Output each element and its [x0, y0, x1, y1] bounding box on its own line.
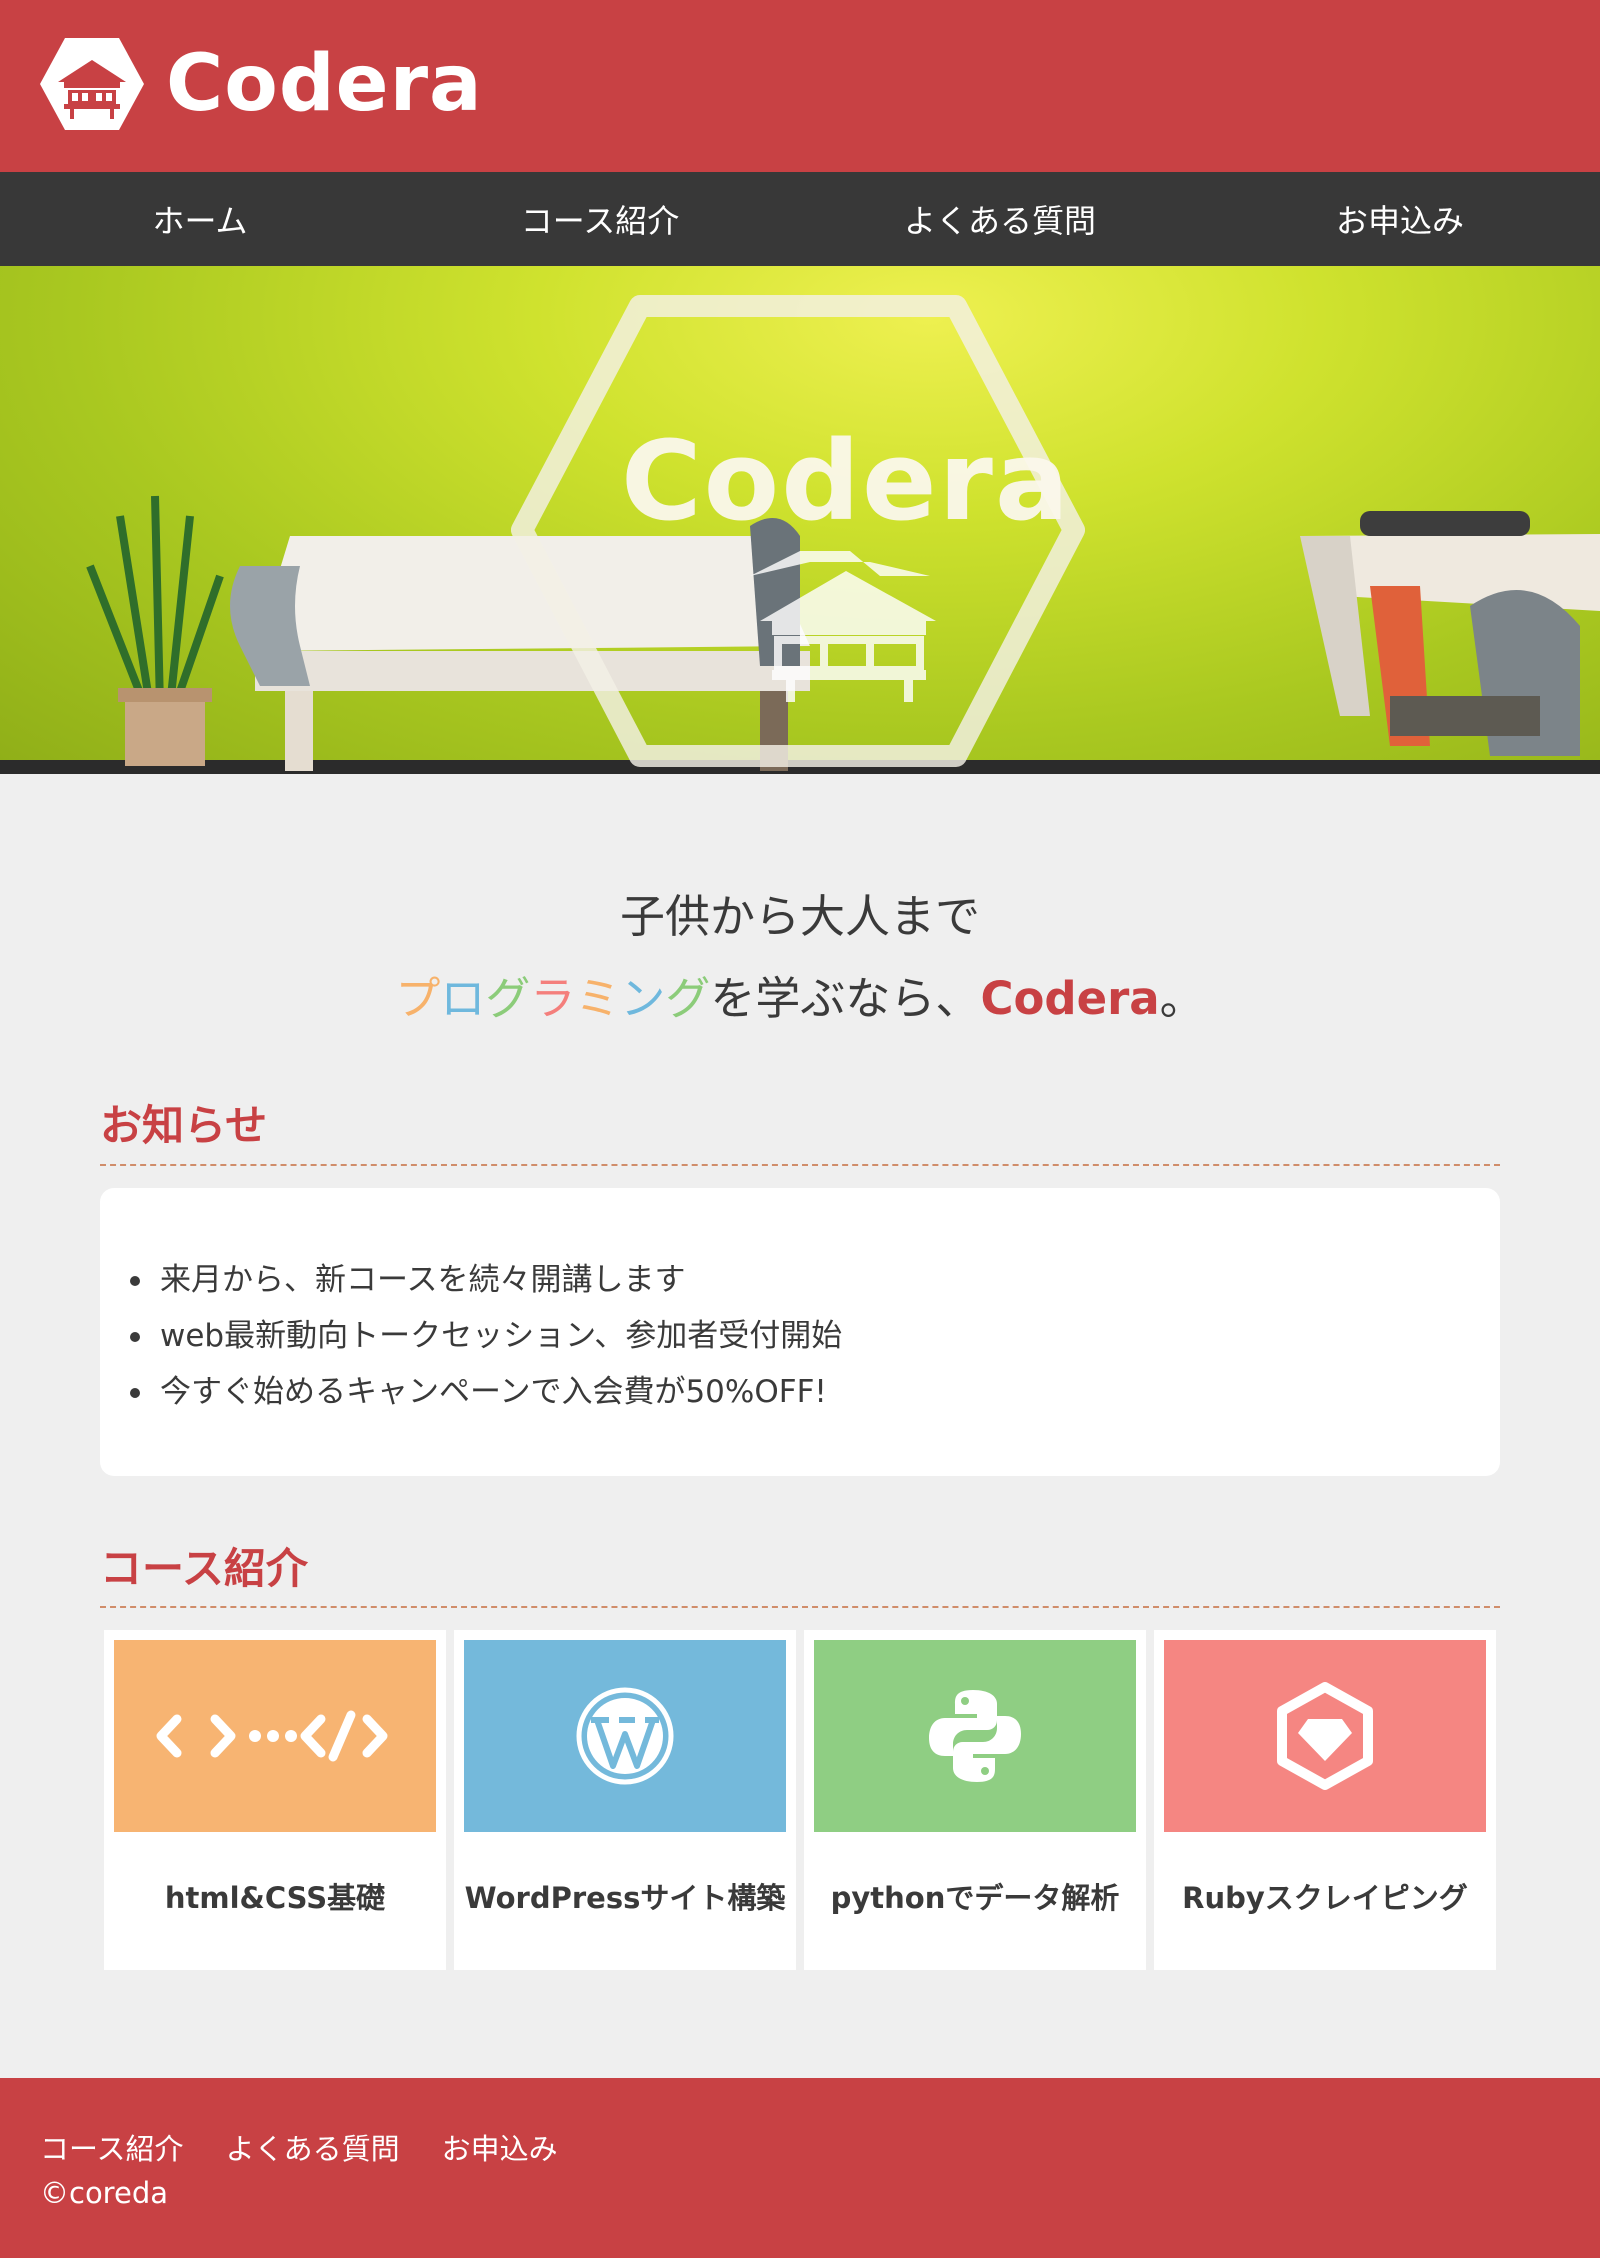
hero-logo-text: Codera: [620, 417, 1072, 545]
news-box: 来月から、新コースを続々開講します web最新動向トークセッション、参加者受付開…: [100, 1188, 1500, 1476]
pagoda-logo-icon: [40, 38, 144, 130]
news-item: 来月から、新コースを続々開講します: [130, 1252, 1500, 1308]
course-card-html-css[interactable]: html&CSS基礎: [104, 1630, 446, 1970]
course-card-wordpress[interactable]: WordPressサイト構築: [454, 1630, 796, 1970]
logo-text: Codera: [166, 39, 483, 129]
nav-item-apply[interactable]: お申込み: [1200, 172, 1600, 266]
tagline-brand: Codera: [980, 972, 1160, 1025]
course-list: html&CSS基礎 WordPressサイト構築 pythonでデータ解析 R…: [104, 1630, 1496, 1970]
tagline-end: 。: [1159, 972, 1205, 1025]
site-header: Codera: [0, 0, 1600, 172]
left-table: [230, 518, 810, 771]
copyright: ©coreda: [40, 2176, 168, 2210]
code-icon: [156, 1710, 388, 1762]
course-thumb: [114, 1640, 436, 1832]
tagline-line1: 子供から大人まで: [619, 890, 980, 943]
footer-link-faq[interactable]: よくある質問: [226, 2126, 400, 2168]
course-thumb: [814, 1640, 1136, 1832]
programming-char: グ: [485, 972, 531, 1025]
course-thumb: [1164, 1640, 1486, 1832]
nav-item-courses[interactable]: コース紹介: [400, 172, 800, 266]
bullet-icon: [130, 1388, 140, 1398]
course-thumb: [464, 1640, 786, 1832]
hero-banner: Codera: [0, 266, 1600, 774]
courses-divider: [100, 1606, 1500, 1608]
news-divider: [100, 1164, 1500, 1166]
python-icon: [929, 1690, 1021, 1782]
bullet-icon: [130, 1276, 140, 1286]
programming-char: ミ: [575, 972, 621, 1025]
tagline-middle: を学ぶなら、: [710, 972, 981, 1025]
programming-char: プ: [395, 972, 441, 1025]
footer-links: コース紹介 よくある質問 お申込み: [40, 2126, 558, 2168]
news-item: web最新動向トークセッション、参加者受付開始: [130, 1308, 1500, 1364]
wordpress-icon: [576, 1687, 674, 1785]
news-section-title: お知らせ: [100, 1101, 268, 1150]
news-item: 今すぐ始めるキャンペーンで入会費が50%OFF!: [130, 1364, 1500, 1420]
course-label: Rubyスクレイピング: [1182, 1881, 1468, 1915]
footer-link-apply[interactable]: お申込み: [442, 2126, 558, 2168]
programming-char: ロ: [440, 972, 486, 1025]
programming-char: グ: [665, 972, 711, 1025]
nav-item-home[interactable]: ホーム: [0, 172, 400, 266]
programming-char: ラ: [530, 972, 576, 1025]
main-nav: ホーム コース紹介 よくある質問 お申込み: [0, 172, 1600, 266]
right-table: [1300, 511, 1600, 756]
plant-decoration: [86, 495, 224, 766]
course-card-ruby[interactable]: Rubyスクレイピング: [1154, 1630, 1496, 1970]
course-label: WordPressサイト構築: [464, 1881, 786, 1915]
site-logo[interactable]: Codera: [38, 36, 483, 132]
bullet-icon: [130, 1332, 140, 1342]
course-label: html&CSS基礎: [164, 1881, 386, 1915]
nav-item-faq[interactable]: よくある質問: [800, 172, 1200, 266]
programming-char: ン: [620, 972, 666, 1025]
course-card-python[interactable]: pythonでデータ解析: [804, 1630, 1146, 1970]
tagline: 子供から大人まで プログラミングを学ぶなら、Codera。: [0, 876, 1600, 1040]
footer-link-courses[interactable]: コース紹介: [40, 2126, 184, 2168]
programming-word: プログラミング: [395, 972, 710, 1025]
course-label: pythonでデータ解析: [830, 1881, 1120, 1915]
ruby-icon: [1277, 1682, 1373, 1790]
news-list: 来月から、新コースを続々開講します web最新動向トークセッション、参加者受付開…: [130, 1252, 1500, 1420]
site-footer: コース紹介 よくある質問 お申込み ©coreda: [0, 2078, 1600, 2258]
courses-section-title: コース紹介: [100, 1544, 308, 1593]
tagline-line2: プログラミングを学ぶなら、Codera。: [0, 958, 1600, 1040]
